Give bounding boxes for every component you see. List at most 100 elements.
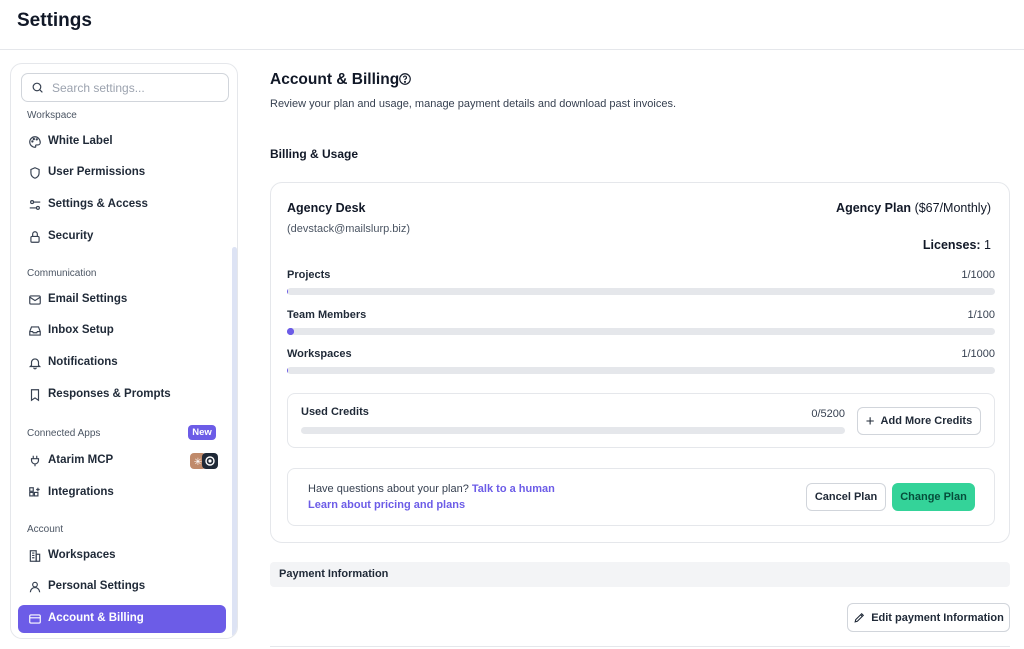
sidebar-item-label: Email Settings xyxy=(48,293,128,305)
settings-sidebar: Workspace White Label User Permissions S… xyxy=(10,63,238,639)
sidebar-item-label: White Label xyxy=(48,135,113,147)
billing-usage-heading: Billing & Usage xyxy=(270,147,359,161)
main-content: Account & Billing Review your plan and u… xyxy=(270,50,1010,649)
usage-row-team-members: Team Members 1/100 xyxy=(287,309,995,339)
credit-card-icon xyxy=(29,614,41,624)
add-more-credits-label: Add More Credits xyxy=(880,415,973,427)
usage-value: 1/1000 xyxy=(961,269,995,281)
sliders-icon xyxy=(29,200,41,210)
search-icon xyxy=(32,82,43,93)
usage-value: 1/100 xyxy=(967,309,995,321)
page-title: Settings xyxy=(17,10,92,31)
sidebar-item-integrations[interactable]: Integrations xyxy=(18,479,226,507)
mail-icon xyxy=(29,295,41,305)
sidebar-item-label: Responses & Prompts xyxy=(48,388,171,400)
sidebar-item-label: Personal Settings xyxy=(48,580,146,592)
connected-app-logos-icon: ✳ xyxy=(190,453,218,469)
plug-icon xyxy=(30,455,40,467)
bookmark-icon xyxy=(30,389,40,402)
sidebar-item-personal-settings[interactable]: Personal Settings xyxy=(18,573,226,601)
search-box[interactable] xyxy=(21,73,229,102)
add-more-credits-button[interactable]: + Add More Credits xyxy=(857,407,981,435)
sidebar-item-notifications[interactable]: Notifications xyxy=(18,349,226,377)
payment-information-title: Payment Information xyxy=(279,568,389,580)
help-circle-icon[interactable] xyxy=(398,72,412,86)
credits-box: Used Credits 0/5200 + Add More Credits xyxy=(287,393,995,448)
sidebar-item-workspaces[interactable]: Workspaces xyxy=(18,542,226,570)
help-question: Have questions about your plan? Talk to … xyxy=(308,483,555,495)
account-name: Agency Desk xyxy=(287,201,366,215)
edit-payment-button[interactable]: Edit payment Information xyxy=(847,603,1010,632)
talk-to-human-link[interactable]: Talk to a human xyxy=(472,483,555,495)
usage-row-workspaces: Workspaces 1/1000 xyxy=(287,348,995,378)
pencil-icon xyxy=(854,612,865,623)
sidebar-item-label: User Permissions xyxy=(48,166,146,178)
plan-price: ($67/Monthly) xyxy=(914,201,991,215)
sidebar-item-label: Settings & Access xyxy=(48,198,148,210)
change-plan-button[interactable]: Change Plan xyxy=(892,483,975,511)
sidebar-scrollbar[interactable] xyxy=(232,247,237,637)
sidebar-item-label: Workspaces xyxy=(48,549,116,561)
section-title: Account & Billing xyxy=(270,71,400,88)
usage-progress-fill xyxy=(287,288,288,295)
sidebar-item-label: Inbox Setup xyxy=(48,324,114,336)
inbox-icon xyxy=(29,326,41,336)
usage-progress-dot xyxy=(287,328,294,335)
usage-progress-bar xyxy=(287,288,995,295)
usage-label: Workspaces xyxy=(287,348,352,360)
new-badge: New xyxy=(188,425,216,440)
credits-label: Used Credits xyxy=(301,406,369,418)
usage-progress-bar xyxy=(287,367,995,374)
building-icon xyxy=(29,550,41,562)
top-bar: Settings xyxy=(0,0,1024,50)
sidebar-item-settings-access[interactable]: Settings & Access xyxy=(18,191,226,219)
sidebar-item-atarim-mcp[interactable]: Atarim MCP ✳ xyxy=(18,447,226,475)
usage-label: Team Members xyxy=(287,309,367,321)
search-input[interactable] xyxy=(52,79,222,97)
sidebar-item-label: Notifications xyxy=(48,356,118,368)
usage-value: 1/1000 xyxy=(961,348,995,360)
sidebar-item-inbox-setup[interactable]: Inbox Setup xyxy=(18,317,226,345)
palette-icon xyxy=(29,136,41,148)
divider xyxy=(270,646,1010,647)
licenses-value: 1 xyxy=(984,238,991,252)
sidebar-item-account-billing[interactable]: Account & Billing xyxy=(18,605,226,633)
payment-information-header: Payment Information xyxy=(270,562,1010,587)
sidebar-item-label: Integrations xyxy=(48,486,114,498)
usage-label: Projects xyxy=(287,269,331,281)
credits-progress-bar xyxy=(301,427,845,434)
plan-info: Agency Plan ($67/Monthly) xyxy=(836,201,991,215)
cancel-plan-button[interactable]: Cancel Plan xyxy=(806,483,886,511)
svg-text:✳: ✳ xyxy=(194,457,202,468)
section-label-communication: Communication xyxy=(27,268,97,279)
sidebar-item-label: Security xyxy=(48,230,94,242)
lock-icon xyxy=(30,231,40,243)
plan-card: Agency Desk (devstack@mailslurp.biz) Age… xyxy=(270,182,1010,543)
sidebar-item-email-settings[interactable]: Email Settings xyxy=(18,286,226,314)
sidebar-item-label: Atarim MCP xyxy=(48,454,114,466)
usage-row-projects: Projects 1/1000 xyxy=(287,269,995,299)
pricing-plans-link[interactable]: Learn about pricing and plans xyxy=(308,499,465,511)
sidebar-item-white-label[interactable]: White Label xyxy=(18,128,226,156)
section-label-workspace: Workspace xyxy=(27,110,77,121)
user-icon xyxy=(29,581,41,593)
section-label-account: Account xyxy=(27,524,64,535)
usage-progress-bar xyxy=(287,328,995,335)
plus-icon: + xyxy=(865,412,875,430)
usage-progress-fill xyxy=(287,367,288,374)
bell-icon xyxy=(28,358,42,370)
plan-name: Agency Plan xyxy=(836,201,912,215)
plan-help-box: Have questions about your plan? Talk to … xyxy=(287,468,995,526)
edit-payment-label: Edit payment Information xyxy=(871,611,1004,624)
sidebar-item-responses-prompts[interactable]: Responses & Prompts xyxy=(18,381,226,409)
sidebar-item-label: Account & Billing xyxy=(48,612,144,624)
help-question-text: Have questions about your plan? xyxy=(308,483,469,495)
grid-plus-icon xyxy=(29,487,40,497)
section-label-connected-apps: Connected Apps xyxy=(27,428,101,439)
section-subtitle: Review your plan and usage, manage payme… xyxy=(270,98,677,110)
sidebar-item-security[interactable]: Security xyxy=(18,223,226,251)
licenses-label: Licenses: xyxy=(922,238,981,252)
credits-value: 0/5200 xyxy=(811,408,845,420)
shield-icon xyxy=(30,167,40,179)
sidebar-item-user-permissions[interactable]: User Permissions xyxy=(18,159,226,187)
